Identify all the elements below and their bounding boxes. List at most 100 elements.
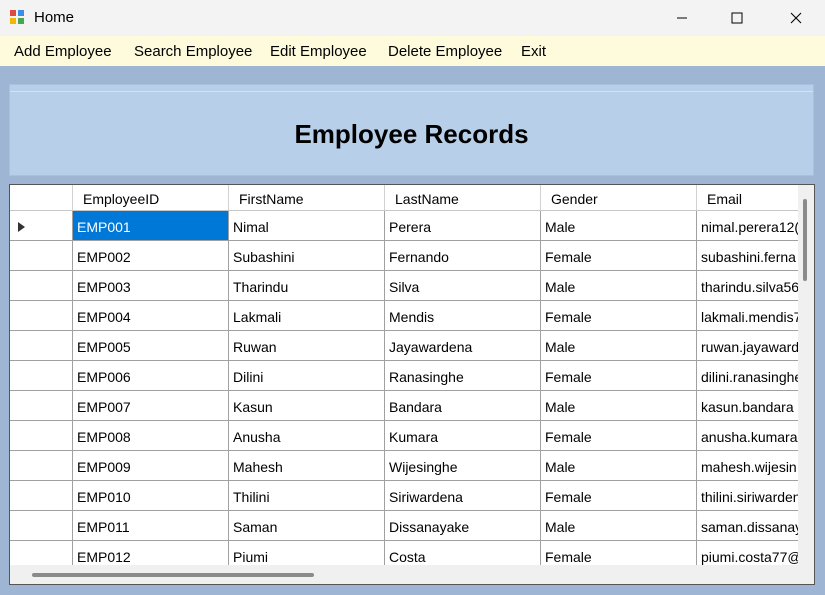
employee-grid[interactable]: EmployeeID FirstName LastName Gender Ema… [9, 184, 815, 585]
close-button[interactable] [773, 0, 819, 36]
column-header-lastname[interactable]: LastName [385, 185, 541, 211]
cell-gender[interactable]: Female [541, 541, 697, 565]
table-row[interactable]: EMP002 Subashini Fernando Female subashini.f… [10, 241, 798, 271]
cell-employeeid[interactable]: EMP004 [73, 301, 229, 331]
table-row[interactable]: EMP007 Kasun Bandara Male kasun.bandara [10, 391, 798, 421]
cell-gender[interactable]: Female [541, 301, 697, 331]
row-header[interactable] [10, 451, 73, 481]
cell-email[interactable]: dilini.ranasinghe [697, 361, 798, 391]
column-header-gender[interactable]: Gender [541, 185, 697, 211]
row-header[interactable] [10, 301, 73, 331]
cell-lastname[interactable]: Dissanayake [385, 511, 541, 541]
cell-firstname[interactable]: Tharindu [229, 271, 385, 301]
cell-email[interactable]: mahesh.wijesin [697, 451, 798, 481]
row-header[interactable] [10, 361, 73, 391]
menu-edit-employee[interactable]: Edit Employee [270, 43, 367, 60]
row-header[interactable] [10, 511, 73, 541]
table-row[interactable]: EMP009 Mahesh Wijesinghe Male mahesh.wijesin [10, 451, 798, 481]
menu-exit[interactable]: Exit [521, 43, 546, 60]
cell-email[interactable]: anusha.kumara [697, 421, 798, 451]
cell-email[interactable]: ruwan.jayaward [697, 331, 798, 361]
cell-firstname[interactable]: Piumi [229, 541, 385, 565]
cell-lastname[interactable]: Ranasinghe [385, 361, 541, 391]
minimize-button[interactable] [659, 0, 705, 36]
cell-employeeid[interactable]: EMP001 [73, 211, 229, 241]
row-header[interactable] [10, 421, 73, 451]
cell-firstname[interactable]: Mahesh [229, 451, 385, 481]
cell-lastname[interactable]: Wijesinghe [385, 451, 541, 481]
cell-lastname[interactable]: Costa [385, 541, 541, 565]
cell-firstname[interactable]: Lakmali [229, 301, 385, 331]
vertical-scrollbar[interactable] [798, 185, 814, 565]
table-row[interactable]: EMP012 Piumi Costa Female piumi.costa77@ [10, 541, 798, 565]
menu-add-employee[interactable]: Add Employee [14, 43, 112, 60]
table-row[interactable]: EMP006 Dilini Ranasinghe Female dilini.ranas… [10, 361, 798, 391]
table-row[interactable]: EMP008 Anusha Kumara Female anusha.kumara [10, 421, 798, 451]
cell-employeeid[interactable]: EMP009 [73, 451, 229, 481]
cell-employeeid[interactable]: EMP006 [73, 361, 229, 391]
cell-gender[interactable]: Male [541, 331, 697, 361]
menu-delete-employee[interactable]: Delete Employee [388, 43, 502, 60]
maximize-button[interactable] [714, 0, 760, 36]
cell-gender[interactable]: Male [541, 271, 697, 301]
cell-employeeid[interactable]: EMP010 [73, 481, 229, 511]
cell-gender[interactable]: Female [541, 361, 697, 391]
column-header-employeeid[interactable]: EmployeeID [73, 185, 229, 211]
cell-employeeid[interactable]: EMP003 [73, 271, 229, 301]
row-header[interactable] [10, 211, 73, 241]
cell-employeeid[interactable]: EMP011 [73, 511, 229, 541]
cell-employeeid[interactable]: EMP012 [73, 541, 229, 565]
table-row[interactable]: EMP004 Lakmali Mendis Female lakmali.mendis7 [10, 301, 798, 331]
row-header[interactable] [10, 271, 73, 301]
cell-lastname[interactable]: Siriwardena [385, 481, 541, 511]
cell-firstname[interactable]: Anusha [229, 421, 385, 451]
cell-gender[interactable]: Male [541, 211, 697, 241]
cell-lastname[interactable]: Fernando [385, 241, 541, 271]
cell-firstname[interactable]: Kasun [229, 391, 385, 421]
cell-gender[interactable]: Male [541, 391, 697, 421]
cell-firstname[interactable]: Subashini [229, 241, 385, 271]
table-row[interactable]: EMP011 Saman Dissanayake Male saman.dissanay [10, 511, 798, 541]
cell-lastname[interactable]: Bandara [385, 391, 541, 421]
column-header-email[interactable]: Email [697, 185, 798, 211]
row-header[interactable] [10, 241, 73, 271]
cell-employeeid[interactable]: EMP005 [73, 331, 229, 361]
cell-gender[interactable]: Female [541, 241, 697, 271]
cell-email[interactable]: nimal.perera12( [697, 211, 798, 241]
cell-email[interactable]: saman.dissanay [697, 511, 798, 541]
cell-lastname[interactable]: Silva [385, 271, 541, 301]
cell-email[interactable]: subashini.ferna [697, 241, 798, 271]
vertical-scroll-thumb[interactable] [803, 199, 807, 281]
cell-firstname[interactable]: Ruwan [229, 331, 385, 361]
table-row[interactable]: EMP010 Thilini Siriwardena Female thilini.si… [10, 481, 798, 511]
cell-email[interactable]: tharindu.silva56 [697, 271, 798, 301]
column-header-firstname[interactable]: FirstName [229, 185, 385, 211]
row-header[interactable] [10, 541, 73, 565]
row-header[interactable] [10, 481, 73, 511]
cell-gender[interactable]: Female [541, 421, 697, 451]
cell-email[interactable]: kasun.bandara [697, 391, 798, 421]
horizontal-scroll-thumb[interactable] [32, 573, 314, 577]
horizontal-scrollbar[interactable] [10, 565, 798, 584]
cell-email[interactable]: thilini.siriwarden [697, 481, 798, 511]
cell-firstname[interactable]: Saman [229, 511, 385, 541]
cell-firstname[interactable]: Thilini [229, 481, 385, 511]
cell-lastname[interactable]: Perera [385, 211, 541, 241]
cell-firstname[interactable]: Dilini [229, 361, 385, 391]
cell-email[interactable]: lakmali.mendis7 [697, 301, 798, 331]
cell-gender[interactable]: Female [541, 481, 697, 511]
cell-firstname[interactable]: Nimal [229, 211, 385, 241]
row-header[interactable] [10, 331, 73, 361]
cell-lastname[interactable]: Jayawardena [385, 331, 541, 361]
cell-employeeid[interactable]: EMP007 [73, 391, 229, 421]
cell-gender[interactable]: Male [541, 451, 697, 481]
cell-employeeid[interactable]: EMP002 [73, 241, 229, 271]
cell-employeeid[interactable]: EMP008 [73, 421, 229, 451]
row-header[interactable] [10, 391, 73, 421]
cell-email[interactable]: piumi.costa77@ [697, 541, 798, 565]
table-row[interactable]: EMP001 Nimal Perera Male nimal.perera12( [10, 211, 798, 241]
table-row[interactable]: EMP005 Ruwan Jayawardena Male ruwan.jayaward [10, 331, 798, 361]
cell-lastname[interactable]: Mendis [385, 301, 541, 331]
menu-search-employee[interactable]: Search Employee [134, 43, 252, 60]
cell-lastname[interactable]: Kumara [385, 421, 541, 451]
